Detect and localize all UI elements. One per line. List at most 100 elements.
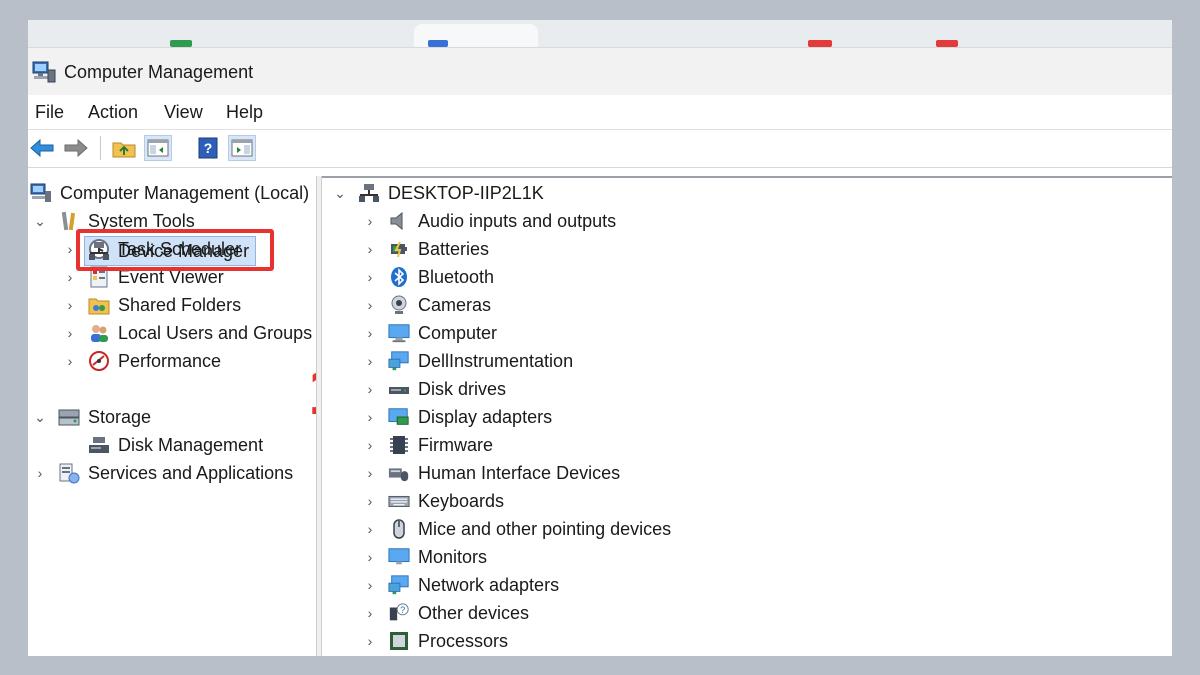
device-category-cameras[interactable]: › Cameras bbox=[362, 291, 491, 319]
device-manager-highlight-box bbox=[76, 229, 274, 271]
menu-help[interactable]: Help bbox=[226, 102, 263, 123]
menu-view[interactable]: View bbox=[164, 102, 203, 123]
tree-node-label: Local Users and Groups bbox=[118, 322, 313, 343]
chevron-right-icon[interactable]: › bbox=[362, 241, 378, 257]
disk-management-icon bbox=[88, 434, 110, 456]
monitor-icon bbox=[388, 546, 410, 568]
chevron-right-icon[interactable]: › bbox=[362, 577, 378, 593]
chevron-right-icon[interactable]: › bbox=[362, 465, 378, 481]
device-category-dellinstrumentation[interactable]: › DellInstrumentation bbox=[362, 347, 573, 375]
chevron-right-icon[interactable]: › bbox=[362, 521, 378, 537]
title-bar: Computer Management bbox=[28, 47, 1172, 96]
tree-node-label: Services and Applications bbox=[88, 462, 294, 483]
device-category-human-interface-devices[interactable]: › Human Interface Devices bbox=[362, 459, 620, 487]
menu-bar: File Action View Help bbox=[28, 95, 1172, 129]
up-one-level-button[interactable] bbox=[110, 135, 138, 161]
show-hide-action-pane-button[interactable] bbox=[228, 135, 256, 161]
chevron-right-icon[interactable]: › bbox=[362, 297, 378, 313]
menu-file[interactable]: File bbox=[35, 102, 64, 123]
chevron-down-icon[interactable]: ⌄ bbox=[32, 213, 48, 230]
up-folder-icon bbox=[112, 142, 136, 158]
network-adapter-icon bbox=[388, 574, 410, 596]
chevron-right-icon[interactable]: › bbox=[62, 297, 78, 313]
chevron-right-icon[interactable]: › bbox=[62, 325, 78, 341]
window-title: Computer Management bbox=[64, 62, 254, 82]
chevron-right-icon[interactable]: › bbox=[362, 353, 378, 369]
processor-icon bbox=[388, 630, 410, 652]
computer-node-icon bbox=[358, 182, 380, 204]
chevron-right-icon[interactable]: › bbox=[362, 325, 378, 341]
chevron-right-icon[interactable]: › bbox=[362, 493, 378, 509]
chevron-right-icon[interactable]: › bbox=[362, 269, 378, 285]
toolbar: ? bbox=[28, 129, 1172, 168]
show-hide-console-tree-icon bbox=[147, 139, 169, 157]
chevron-right-icon[interactable]: › bbox=[362, 213, 378, 229]
toolbar-separator bbox=[100, 136, 101, 160]
computer-icon bbox=[388, 322, 410, 344]
back-button[interactable] bbox=[28, 135, 56, 161]
device-category-disk-drives[interactable]: › Disk drives bbox=[362, 375, 506, 403]
chevron-right-icon[interactable]: › bbox=[362, 437, 378, 453]
computer-management-window: Computer Management File Action View Hel… bbox=[28, 20, 1172, 656]
menu-action[interactable]: Action bbox=[88, 102, 138, 123]
device-tree-root[interactable]: ⌄ DESKTOP-IIP2L1K bbox=[332, 179, 544, 207]
performance-icon bbox=[88, 350, 110, 372]
device-category-label: Display adapters bbox=[418, 406, 553, 427]
device-category-label: Firmware bbox=[418, 434, 493, 455]
device-category-label: Audio inputs and outputs bbox=[418, 210, 617, 231]
tree-node-shared-folders[interactable]: › Shared Folders bbox=[62, 291, 241, 319]
device-category-processors[interactable]: › Processors bbox=[362, 627, 508, 655]
tree-node-label: Shared Folders bbox=[118, 294, 242, 315]
chevron-right-icon[interactable]: › bbox=[362, 409, 378, 425]
tree-node-storage[interactable]: ⌄ Storage bbox=[32, 403, 151, 431]
chevron-right-icon[interactable]: › bbox=[32, 465, 48, 481]
browser-tab-strip bbox=[28, 20, 1172, 47]
chevron-right-icon[interactable]: › bbox=[362, 633, 378, 649]
forward-button[interactable] bbox=[62, 135, 90, 161]
device-category-label: Network adapters bbox=[418, 574, 560, 595]
services-icon bbox=[58, 462, 80, 484]
chevron-right-icon[interactable]: › bbox=[62, 269, 78, 285]
device-category-batteries[interactable]: › Batteries bbox=[362, 235, 489, 263]
device-category-firmware[interactable]: › Firmware bbox=[362, 431, 493, 459]
chevron-right-icon[interactable]: › bbox=[362, 549, 378, 565]
device-category-label: Mice and other pointing devices bbox=[418, 518, 672, 539]
device-category-label: Processors bbox=[418, 630, 509, 651]
tree-node-root[interactable]: Computer Management (Local) bbox=[30, 179, 309, 207]
chevron-right-icon[interactable]: › bbox=[362, 381, 378, 397]
device-category-label: Disk drives bbox=[418, 378, 507, 399]
firmware-chip-icon bbox=[388, 434, 410, 456]
device-category-bluetooth[interactable]: › Bluetooth bbox=[362, 263, 494, 291]
device-category-mice-and-other-pointing-devices[interactable]: › Mice and other pointing devices bbox=[362, 515, 671, 543]
speaker-icon bbox=[388, 210, 410, 232]
device-category-display-adapters[interactable]: › Display adapters bbox=[362, 403, 552, 431]
show-hide-console-tree-button[interactable] bbox=[144, 135, 172, 161]
device-category-keyboards[interactable]: › Keyboards bbox=[362, 487, 504, 515]
computer-management-icon bbox=[30, 182, 52, 204]
chevron-down-icon[interactable]: ⌄ bbox=[332, 185, 348, 202]
chevron-right-icon[interactable]: › bbox=[62, 353, 78, 369]
users-icon bbox=[88, 322, 110, 344]
device-category-other-devices[interactable]: ›? Other devices bbox=[362, 599, 529, 627]
tree-node-performance[interactable]: › Performance bbox=[62, 347, 221, 375]
keyboard-icon bbox=[388, 490, 410, 512]
battery-icon bbox=[388, 238, 410, 260]
computer-name: DESKTOP-IIP2L1K bbox=[388, 182, 544, 203]
help-button[interactable]: ? bbox=[194, 135, 222, 161]
chevron-right-icon[interactable]: › bbox=[362, 605, 378, 621]
shared-folder-icon bbox=[88, 294, 110, 316]
device-category-monitors[interactable]: › Monitors bbox=[362, 543, 487, 571]
device-category-label: Monitors bbox=[418, 546, 488, 567]
tree-node-services-applications[interactable]: › Services and Applications bbox=[32, 459, 293, 487]
device-category-label: Keyboards bbox=[418, 490, 505, 511]
storage-icon bbox=[58, 406, 80, 428]
chevron-down-icon[interactable]: ⌄ bbox=[32, 409, 48, 426]
svg-text:?: ? bbox=[400, 605, 405, 615]
device-category-network-adapters[interactable]: › Network adapters bbox=[362, 571, 559, 599]
tree-node-label: Computer Management (Local) bbox=[60, 182, 310, 203]
tree-node-disk-management[interactable]: Disk Management bbox=[88, 431, 263, 459]
tree-node-local-users-groups[interactable]: › Local Users and Groups bbox=[62, 319, 312, 347]
disk-drive-icon bbox=[388, 378, 410, 400]
device-category-computer[interactable]: › Computer bbox=[362, 319, 497, 347]
device-category-audio-inputs-and-outputs[interactable]: › Audio inputs and outputs bbox=[362, 207, 617, 235]
